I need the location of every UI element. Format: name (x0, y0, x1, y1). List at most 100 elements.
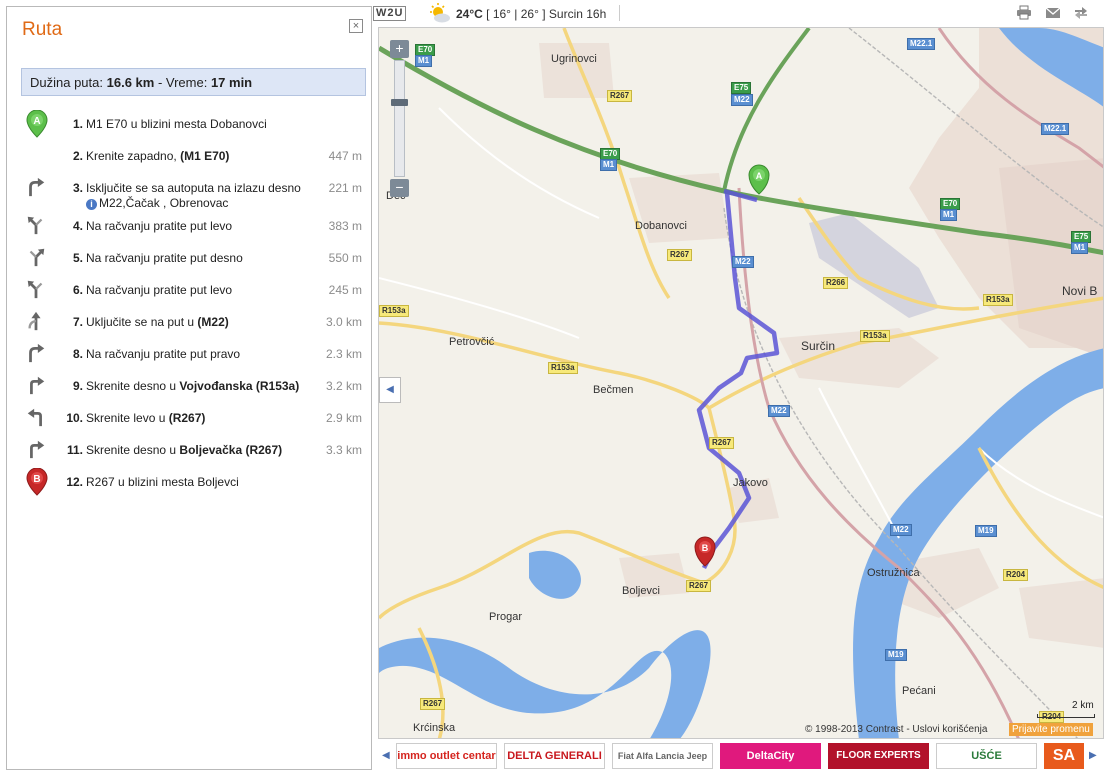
marker-a-icon: A (25, 109, 49, 138)
direction-step[interactable]: 11. Skrenite desno u Boljevačka (R267) 3.3… (7, 436, 371, 468)
step-icon-empty (25, 144, 49, 170)
step-text: Na račvanju pratite put desno (86, 251, 322, 266)
step-instruction: R267 u blizini mesta Boljevci (86, 475, 239, 489)
marker-b-label: B (702, 543, 709, 553)
step-instruction: Skrenite desno u (86, 379, 180, 393)
turn-slight-right-icon (25, 176, 49, 202)
direction-step[interactable]: 8. Na račvanju pratite put pravo 2.3 km (7, 340, 371, 372)
road-label: M19 (885, 649, 907, 661)
road-label: M22 (890, 524, 912, 536)
ad-delta-generali[interactable]: DELTA GENERALI (504, 743, 605, 769)
signpost-text: M22,Čačak , Obrenovac (99, 196, 229, 210)
ad-floor-experts[interactable]: FLOOR EXPERTS (828, 743, 929, 769)
print-icon[interactable] (1016, 5, 1032, 21)
direction-step[interactable]: 10. Skrenite levo u (R267) 2.9 km (7, 404, 371, 436)
direction-step[interactable]: B 12. R267 u blizini mesta Boljevci (7, 467, 371, 500)
step-instruction: Na račvanju pratite put levo (86, 219, 233, 233)
ad-fiat-group[interactable]: Fiat Alfa Lancia Jeep (612, 743, 713, 769)
road-label: M22.1 (907, 38, 936, 50)
zoom-out-button[interactable]: − (390, 179, 409, 197)
merge-icon (25, 310, 49, 336)
step-instruction: Krenite zapadno, (86, 149, 181, 163)
copyright-text[interactable]: © 1998-2013 Contrast - Uslovi korišćenja (805, 724, 987, 735)
road-label: M22.1 (1041, 123, 1070, 135)
step-text: Krenite zapadno, (M1 E70) (86, 149, 322, 164)
map-canvas: A B (379, 28, 1103, 738)
step-text: Isključite se sa autoputa na izlazu desn… (86, 181, 322, 211)
ad-sa[interactable]: SA (1044, 743, 1084, 769)
step-number: 4. (72, 219, 83, 233)
step-distance: 550 m (328, 251, 362, 265)
report-change-button[interactable]: Prijavite promenu (1009, 723, 1093, 736)
direction-step[interactable]: 2. Krenite zapadno, (M1 E70) 447 m (7, 142, 371, 174)
step-instruction: Uključite se na put u (86, 315, 198, 329)
fork-left-icon (25, 214, 49, 240)
place-krcinska: Krćinska (413, 722, 456, 734)
road-label: E75 (731, 82, 752, 94)
direction-step[interactable]: 4. Na račvanju pratite put levo 383 m (7, 212, 371, 244)
step-instruction: Na račvanju pratite put pravo (86, 347, 241, 361)
step-distance: 447 m (328, 149, 362, 163)
place-jakovo: Jakovo (733, 477, 768, 489)
fork-right-icon (25, 246, 49, 272)
step-text: Skrenite levo u (R267) (86, 411, 322, 426)
step-number: 3. (72, 181, 83, 195)
road-label: M22 (768, 405, 790, 417)
ads-next-arrow[interactable]: ▶ (1089, 750, 1097, 761)
w2u-logo[interactable]: W2U (373, 6, 407, 21)
step-signpost: i M22,Čačak , Obrenovac (86, 196, 322, 211)
route-summary: Dužina puta: 16.6 km - Vreme: 17 min (21, 68, 366, 96)
direction-step[interactable]: 6. Na račvanju pratite put levo 245 m (7, 276, 371, 308)
road-label: M1 (600, 159, 618, 171)
step-number: 6. (72, 283, 83, 297)
road-label: M22 (731, 94, 753, 106)
collapse-panel-button[interactable]: ◀ (379, 377, 401, 403)
close-button[interactable]: × (349, 19, 363, 33)
turn-left-icon (25, 406, 49, 432)
scale-text: 2 km (1072, 700, 1094, 711)
ad-usce[interactable]: UŠĆE (936, 743, 1037, 769)
weather-detail: [ 16° | 26° ] Surcin 16h (486, 7, 607, 21)
ads-prev-arrow[interactable]: ◀ (382, 750, 390, 761)
fork-left-icon (25, 278, 49, 304)
road-label: M19 (975, 525, 997, 537)
direction-step[interactable]: 5. Na račvanju pratite put desno 550 m (7, 244, 371, 276)
road-label: R153a (548, 362, 578, 374)
road-label: R153a (379, 305, 409, 317)
step-distance: 221 m (328, 181, 362, 195)
road-label: M1 (415, 55, 433, 67)
toolbar-divider (619, 5, 620, 21)
panel-title: Ruta (22, 19, 63, 40)
step-instruction: Skrenite levo u (86, 411, 169, 425)
step-distance: 2.3 km (325, 347, 362, 361)
zoom-in-button[interactable]: + (390, 40, 409, 58)
map-view[interactable]: A B Ugrinovci Dobanovci Petrovčić Bečmen… (378, 27, 1104, 739)
step-instruction: Isključite se sa autoputa na izlazu desn… (86, 181, 301, 195)
direction-step[interactable]: 3. Isključite se sa autoputa na izlazu de… (7, 174, 371, 212)
road-label: R153a (983, 294, 1013, 306)
route-time: 17 min (210, 75, 253, 90)
step-road: (R267) (168, 411, 206, 425)
place-becmen: Bečmen (593, 384, 634, 396)
step-number: 1. (72, 117, 83, 131)
direction-step[interactable]: 9. Skrenite desno u Vojvođanska (R153a) 3.… (7, 372, 371, 404)
road-label: R267 (420, 698, 446, 710)
email-icon[interactable] (1045, 5, 1061, 21)
place-novi-beograd: Novi B (1062, 284, 1098, 298)
step-instruction: Skrenite desno u (86, 443, 180, 457)
ad-deltacity[interactable]: DeltaCity (720, 743, 821, 769)
zoom-slider-track[interactable] (394, 60, 405, 177)
road-label: R266 (823, 277, 849, 289)
step-text: Na račvanju pratite put pravo (86, 347, 322, 362)
directions-list: A 1. M1 E70 u blizini mesta Dobanovci 2. Kre… (7, 109, 371, 500)
zoom-slider-thumb[interactable] (391, 99, 408, 106)
direction-step[interactable]: 7. Uključite se na put u (M22) 3.0 km (7, 308, 371, 340)
marker-a-label: A (756, 171, 763, 181)
ad-immo-outlet[interactable]: immo outlet centar (396, 743, 497, 769)
step-road: Vojvođanska (R153a) (179, 379, 300, 393)
step-text: Skrenite desno u Boljevačka (R267) (86, 443, 322, 458)
share-icon[interactable] (1073, 5, 1089, 21)
step-number: 5. (72, 251, 83, 265)
weather-readout: 24°C [ 16° | 26° ] Surcin 16h (456, 7, 606, 21)
direction-step[interactable]: A 1. M1 E70 u blizini mesta Dobanovci (7, 109, 371, 142)
